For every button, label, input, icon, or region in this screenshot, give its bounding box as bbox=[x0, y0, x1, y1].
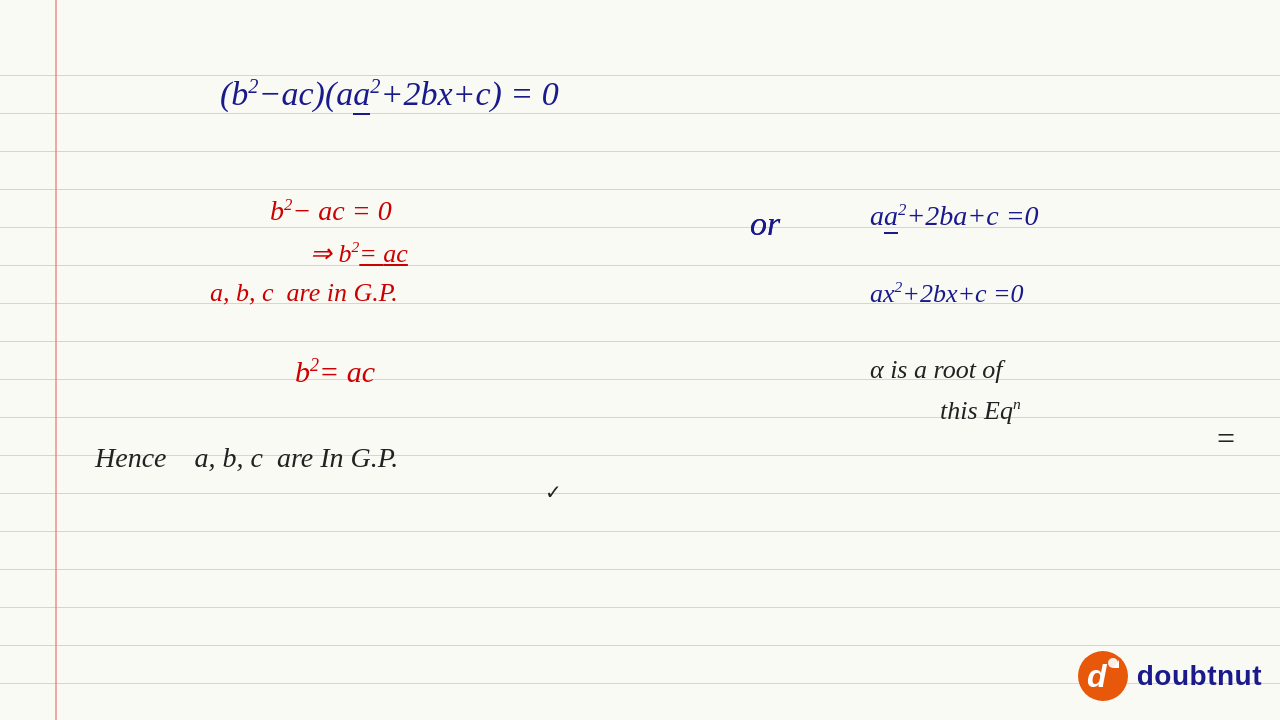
right-equation-1: aa2+2ba+c =0 bbox=[870, 200, 1039, 234]
or-label: or bbox=[750, 205, 780, 243]
left-equation-3: b2= ac bbox=[295, 355, 375, 389]
equals-continuation: = bbox=[1217, 420, 1235, 457]
hence-conclusion: Hence a, b, c are In G.P. bbox=[95, 442, 398, 474]
checkmark: ✓ bbox=[545, 480, 562, 504]
left-gp-text: a, b, c are in G.P. bbox=[210, 278, 398, 308]
right-text-2: this Eqn bbox=[940, 395, 1021, 426]
margin-line bbox=[55, 0, 57, 720]
svg-text:d: d bbox=[1087, 658, 1108, 694]
doubtnut-brand-text: doubtnut bbox=[1137, 660, 1262, 692]
main-equation: (b2−ac)(aa2+2bx+c) = 0 bbox=[220, 75, 559, 115]
doubtnut-logo: d doubtnut bbox=[1077, 650, 1262, 702]
ruled-lines bbox=[0, 0, 1280, 720]
notebook-page: (b2−ac)(aa2+2bx+c) = 0 b2− ac = 0 ⇒ b2= … bbox=[0, 0, 1280, 720]
doubtnut-icon: d bbox=[1077, 650, 1129, 702]
right-text-1: α is a root of bbox=[870, 355, 1003, 385]
left-equation-2: ⇒ b2= ac bbox=[310, 238, 408, 269]
right-equation-2: ax2+2bx+c =0 bbox=[870, 278, 1024, 309]
left-equation-1: b2− ac = 0 bbox=[270, 195, 392, 227]
